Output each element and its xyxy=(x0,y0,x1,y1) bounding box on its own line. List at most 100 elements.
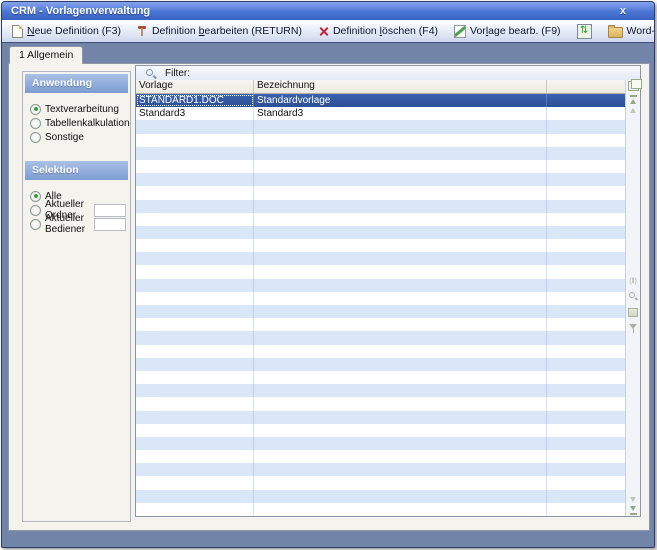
cell-empty[interactable] xyxy=(547,279,626,292)
table-row[interactable] xyxy=(136,160,626,173)
table-row[interactable] xyxy=(136,120,626,133)
table-row[interactable] xyxy=(136,292,626,305)
table-row[interactable] xyxy=(136,134,626,147)
cell-empty[interactable] xyxy=(547,147,626,160)
cell-bezeichnung[interactable] xyxy=(254,345,547,358)
radio-icon[interactable] xyxy=(30,104,41,115)
cell-empty[interactable] xyxy=(547,305,626,318)
cell-vorlage[interactable] xyxy=(136,213,254,226)
cell-bezeichnung[interactable] xyxy=(254,200,547,213)
radio-sonstige[interactable]: Sonstige xyxy=(23,130,130,144)
cell-empty[interactable] xyxy=(547,120,626,133)
cell-empty[interactable] xyxy=(547,265,626,278)
cell-bezeichnung[interactable] xyxy=(254,476,547,489)
radio-icon[interactable] xyxy=(30,132,41,143)
cell-empty[interactable] xyxy=(547,318,626,331)
aktueller-bediener-input[interactable] xyxy=(94,218,126,231)
cell-empty[interactable] xyxy=(547,213,626,226)
column-header-empty[interactable] xyxy=(547,80,626,93)
cell-bezeichnung[interactable] xyxy=(254,331,547,344)
radio-icon[interactable] xyxy=(30,191,41,202)
cell-vorlage[interactable] xyxy=(136,358,254,371)
cell-vorlage[interactable] xyxy=(136,186,254,199)
cell-vorlage[interactable] xyxy=(136,331,254,344)
table-row[interactable] xyxy=(136,476,626,489)
table-row[interactable] xyxy=(136,265,626,278)
radio-textverarbeitung[interactable]: Textverarbeitung xyxy=(23,102,130,116)
cell-empty[interactable] xyxy=(547,186,626,199)
cell-vorlage[interactable]: STANDARD1.DOC xyxy=(136,94,254,107)
scroll-page-down-icon[interactable] xyxy=(630,497,636,502)
cell-vorlage[interactable] xyxy=(136,265,254,278)
cell-vorlage[interactable] xyxy=(136,463,254,476)
radio-icon[interactable] xyxy=(30,219,41,230)
definition-loeschen-button[interactable]: Definition löschen (F4) xyxy=(313,23,443,39)
table-row[interactable] xyxy=(136,371,626,384)
cell-bezeichnung[interactable] xyxy=(254,305,547,318)
table-row[interactable] xyxy=(136,226,626,239)
cell-bezeichnung[interactable] xyxy=(254,411,547,424)
table-row[interactable] xyxy=(136,450,626,463)
cell-empty[interactable] xyxy=(547,226,626,239)
cell-bezeichnung[interactable] xyxy=(254,490,547,503)
cell-empty[interactable] xyxy=(547,292,626,305)
cell-empty[interactable] xyxy=(547,411,626,424)
radio-aktueller-bediener[interactable]: Aktueller Bediener xyxy=(23,217,130,231)
table-row[interactable] xyxy=(136,358,626,371)
cell-empty[interactable] xyxy=(547,384,626,397)
radio-tabellenkalkulation[interactable]: Tabellenkalkulation xyxy=(23,116,130,130)
cell-bezeichnung[interactable] xyxy=(254,397,547,410)
scroll-last-icon[interactable] xyxy=(630,513,637,515)
cell-vorlage[interactable] xyxy=(136,345,254,358)
cell-empty[interactable] xyxy=(547,173,626,186)
cell-vorlage[interactable] xyxy=(136,490,254,503)
cell-empty[interactable] xyxy=(547,345,626,358)
radio-icon[interactable] xyxy=(30,205,41,216)
cell-vorlage[interactable] xyxy=(136,503,254,516)
table-row[interactable] xyxy=(136,424,626,437)
table-row[interactable] xyxy=(136,318,626,331)
cell-empty[interactable] xyxy=(547,424,626,437)
cell-bezeichnung[interactable] xyxy=(254,265,547,278)
cell-bezeichnung[interactable]: Standardvorlage xyxy=(254,94,547,107)
table-row[interactable] xyxy=(136,397,626,410)
cell-vorlage[interactable] xyxy=(136,411,254,424)
table-row[interactable] xyxy=(136,173,626,186)
neue-definition-button[interactable]: Neue Definition (F3) xyxy=(7,23,126,40)
cell-vorlage[interactable] xyxy=(136,120,254,133)
cell-vorlage[interactable] xyxy=(136,318,254,331)
cell-bezeichnung[interactable] xyxy=(254,318,547,331)
table-row[interactable] xyxy=(136,490,626,503)
cell-bezeichnung[interactable] xyxy=(254,239,547,252)
cell-empty[interactable] xyxy=(547,134,626,147)
title-bar[interactable]: CRM - Vorlagenverwaltung x xyxy=(2,2,654,20)
cell-empty[interactable] xyxy=(547,107,626,120)
cell-vorlage[interactable] xyxy=(136,397,254,410)
cell-bezeichnung[interactable] xyxy=(254,292,547,305)
cell-vorlage[interactable] xyxy=(136,226,254,239)
cell-vorlage[interactable] xyxy=(136,437,254,450)
cell-vorlage[interactable] xyxy=(136,279,254,292)
cell-bezeichnung[interactable] xyxy=(254,358,547,371)
cell-empty[interactable] xyxy=(547,490,626,503)
table-row[interactable] xyxy=(136,239,626,252)
cell-bezeichnung[interactable] xyxy=(254,371,547,384)
cell-bezeichnung[interactable] xyxy=(254,134,547,147)
table-row[interactable] xyxy=(136,437,626,450)
cell-vorlage[interactable] xyxy=(136,173,254,186)
table-row[interactable] xyxy=(136,200,626,213)
cell-empty[interactable] xyxy=(547,160,626,173)
cell-vorlage[interactable] xyxy=(136,252,254,265)
close-icon[interactable]: x xyxy=(620,2,626,20)
cell-vorlage[interactable] xyxy=(136,160,254,173)
column-header-bezeichnung[interactable]: Bezeichnung xyxy=(254,80,547,93)
cell-empty[interactable] xyxy=(547,397,626,410)
cell-vorlage[interactable] xyxy=(136,424,254,437)
cell-vorlage[interactable] xyxy=(136,134,254,147)
column-chooser-icon[interactable] xyxy=(628,81,639,91)
definition-bearbeiten-button[interactable]: Definition bearbeiten (RETURN) xyxy=(132,23,307,39)
cell-vorlage[interactable] xyxy=(136,371,254,384)
vorlage-bearbeiten-button[interactable]: Vorlage bearb. (F9) xyxy=(449,23,565,40)
column-header-vorlage[interactable]: Vorlage xyxy=(136,80,254,93)
cell-empty[interactable] xyxy=(547,476,626,489)
